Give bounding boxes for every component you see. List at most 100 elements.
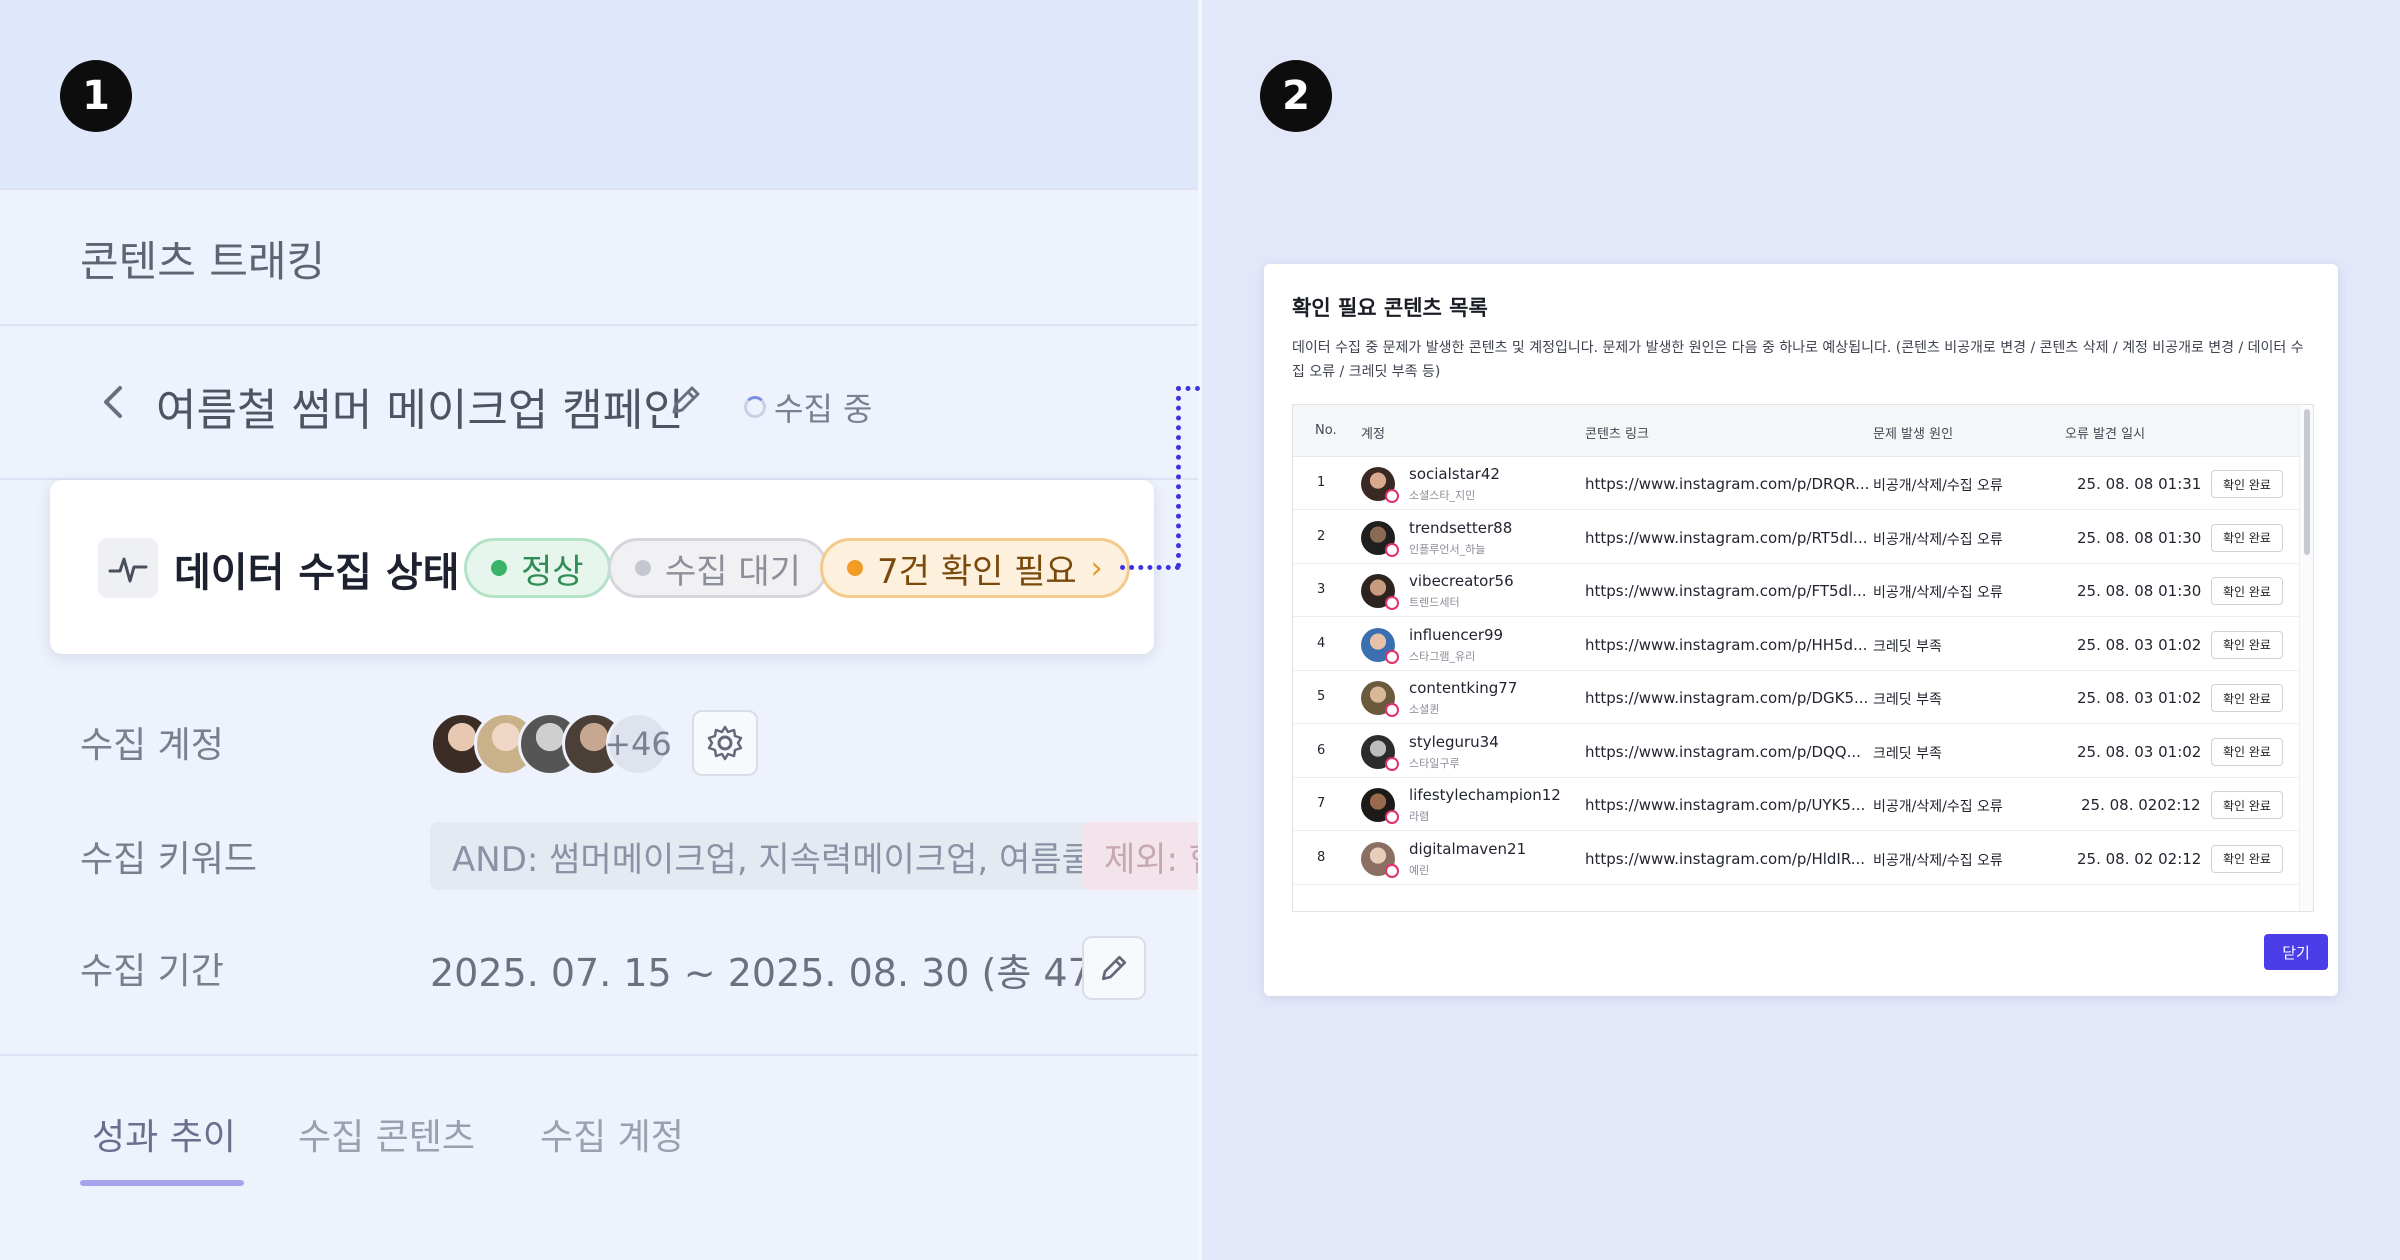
confirm-done-button[interactable]: 확인 완료 — [2211, 684, 2283, 712]
content-table: No. 계정 콘텐츠 링크 문제 발생 원인 오류 발견 일시 1 socials… — [1292, 404, 2314, 912]
left-header-band — [0, 0, 1198, 188]
row-number: 7 — [1317, 796, 1326, 811]
pulse-icon — [98, 538, 158, 598]
check-needed-modal: 확인 필요 콘텐츠 목록 데이터 수집 중 문제가 발생한 콘텐츠 및 계정입니… — [1264, 264, 2338, 996]
error-cause: 크레딧 부족 — [1873, 692, 1942, 708]
tab-performance[interactable]: 성과 추이 — [92, 1108, 236, 1160]
error-cause: 크레딧 부족 — [1873, 745, 1942, 762]
content-link[interactable]: https://www.instagram.com/p/HldIR... — [1585, 850, 1865, 868]
step-badge-1: 1 — [60, 60, 132, 132]
data-collection-status-card: 데이터 수집 상태 정상 수집 대기 7건 확인 필요 › — [50, 480, 1154, 654]
instagram-icon — [1385, 863, 1399, 878]
error-cause: 비공개/삭제/수집 오류 — [1873, 799, 2003, 815]
connector-line — [1120, 565, 1180, 570]
row-number: 1 — [1317, 475, 1326, 490]
account-settings-button[interactable] — [692, 710, 758, 776]
back-chevron-icon[interactable] — [96, 380, 132, 424]
close-button[interactable]: 닫기 — [2264, 934, 2328, 970]
instagram-icon — [1385, 703, 1399, 717]
error-date: 25. 08. 0202:12 — [2081, 796, 2201, 814]
status-waiting-badge: 수집 대기 — [608, 538, 828, 598]
content-link[interactable]: https://www.instagram.com/p/DRQR... — [1585, 475, 1869, 493]
table-row: 6 styleguru34 스타일구루 https://www.instagram.c… — [1293, 725, 2301, 778]
instagram-icon — [1385, 596, 1399, 610]
account-id: influencer99 — [1409, 625, 1504, 644]
column-header-date: 오류 발견 일시 — [2065, 427, 2146, 442]
table-row: 1 socialstar42 소셜스타_지민 https://www.instagra… — [1293, 457, 2301, 510]
confirm-done-button[interactable]: 확인 완료 — [2211, 737, 2283, 766]
left-panel: 1 콘텐츠 트래킹 여름철 썸머 메이크업 캠페인 수집 중 데이터 수집 상태… — [0, 0, 1198, 1260]
account-name: 스타일구루 — [1409, 756, 1460, 770]
period-edit-button[interactable] — [1082, 936, 1146, 1000]
error-cause: 비공개/삭제/수집 오류 — [1873, 478, 2003, 494]
check-needed-label: 7건 확인 필요 — [877, 551, 1077, 592]
confirm-done-button[interactable]: 확인 완료 — [2211, 791, 2283, 819]
collecting-status: 수집 중 — [744, 384, 873, 430]
row-number: 8 — [1317, 849, 1326, 865]
loading-spinner-icon — [744, 396, 766, 418]
table-row: 4 influencer99 스타그램_유리 https://www.instagra… — [1293, 618, 2301, 671]
row-number: 2 — [1317, 528, 1326, 544]
keyword-exclude-chip: 제외: 협 — [1082, 822, 1198, 890]
account-id: lifestylechampion12 — [1409, 786, 1561, 804]
active-tab-indicator — [80, 1180, 244, 1186]
scrollbar[interactable] — [2299, 405, 2313, 911]
account-name: 스타그램_유리 — [1409, 649, 1476, 663]
divider — [0, 324, 1198, 326]
tab-collected-accounts[interactable]: 수집 계정 — [540, 1108, 684, 1160]
green-dot-icon — [491, 560, 507, 576]
tab-collected-content[interactable]: 수집 콘텐츠 — [298, 1108, 475, 1160]
error-date: 25. 08. 03 01:02 — [2077, 635, 2202, 654]
content-link[interactable]: https://www.instagram.com/p/RT5dl... — [1585, 529, 1867, 547]
account-id: socialstar42 — [1409, 465, 1500, 483]
confirm-done-button[interactable]: 확인 완료 — [2211, 577, 2283, 605]
check-needed-button[interactable]: 7건 확인 필요 › — [820, 538, 1130, 598]
orange-dot-icon — [847, 560, 863, 576]
instagram-icon — [1385, 649, 1399, 664]
confirm-done-button[interactable]: 확인 완료 — [2211, 523, 2283, 552]
keyword-and-chip: AND: 썸머메이크업, 지속력메이크업, 여름쿨톤 — [430, 822, 1147, 890]
pencil-edit-icon — [1101, 955, 1127, 981]
account-avatars[interactable]: +46 — [430, 712, 672, 776]
account-name: 소셜퀸 — [1409, 703, 1440, 716]
account-name: 소셜스타_지민 — [1409, 489, 1476, 502]
status-waiting-label: 수집 대기 — [665, 551, 801, 592]
account-id: styleguru34 — [1409, 732, 1499, 751]
column-header-no: No. — [1315, 423, 1337, 438]
account-name: 예린 — [1409, 863, 1430, 877]
content-link[interactable]: https://www.instagram.com/p/FT5dl... — [1585, 582, 1867, 600]
column-header-cause: 문제 발생 원인 — [1873, 427, 1954, 442]
error-cause: 비공개/삭제/수집 오류 — [1873, 585, 2003, 601]
table-row: 5 contentking77 소셜퀸 https://www.instagram.c… — [1293, 671, 2301, 724]
error-cause: 비공개/삭제/수집 오류 — [1873, 531, 2003, 548]
campaign-title: 여름철 썸머 메이크업 캠페인 — [156, 385, 684, 436]
error-cause: 크레딧 부족 — [1873, 638, 1942, 655]
confirm-done-button[interactable]: 확인 완료 — [2211, 844, 2283, 873]
scrollbar-thumb[interactable] — [2304, 409, 2310, 555]
error-date: 25. 08. 02 02:12 — [2077, 849, 2202, 868]
content-link[interactable]: https://www.instagram.com/p/HH5d... — [1585, 636, 1867, 654]
row-number: 3 — [1317, 582, 1326, 597]
confirm-done-button[interactable]: 확인 완료 — [2211, 630, 2283, 659]
table-row: 8 digitalmaven21 예린 https://www.instagram.c… — [1293, 832, 2301, 885]
column-header-account: 계정 — [1361, 427, 1385, 442]
right-panel: 2 확인 필요 콘텐츠 목록 데이터 수집 중 문제가 발생한 콘텐츠 및 계정… — [1202, 0, 2400, 1260]
pencil-edit-icon[interactable] — [666, 380, 706, 420]
content-link[interactable]: https://www.instagram.com/p/UYK5... — [1585, 796, 1865, 814]
column-header-link: 콘텐츠 링크 — [1585, 427, 1649, 442]
content-link[interactable]: https://www.instagram.com/p/DGK5... — [1585, 689, 1868, 707]
account-name: 라렴 — [1409, 810, 1430, 823]
gray-dot-icon — [635, 560, 651, 576]
table-row: 3 vibecreator56 트렌드세터 https://www.instagram… — [1293, 564, 2301, 617]
table-header: No. 계정 콘텐츠 링크 문제 발생 원인 오류 발견 일시 — [1293, 405, 2301, 457]
instagram-icon — [1385, 756, 1399, 771]
error-date: 25. 08. 08 01:31 — [2077, 475, 2202, 493]
modal-title: 확인 필요 콘텐츠 목록 — [1292, 296, 1488, 320]
error-date: 25. 08. 08 01:30 — [2077, 582, 2202, 600]
period-label: 수집 기간 — [80, 951, 224, 992]
confirm-done-button[interactable]: 확인 완료 — [2211, 470, 2283, 498]
table-row: 7 lifestylechampion12 라렴 https://www.instag… — [1293, 778, 2301, 831]
divider — [0, 188, 1198, 190]
account-name: 인플루언서_하늘 — [1409, 542, 1486, 556]
content-link[interactable]: https://www.instagram.com/p/DQQ... — [1585, 743, 1861, 761]
